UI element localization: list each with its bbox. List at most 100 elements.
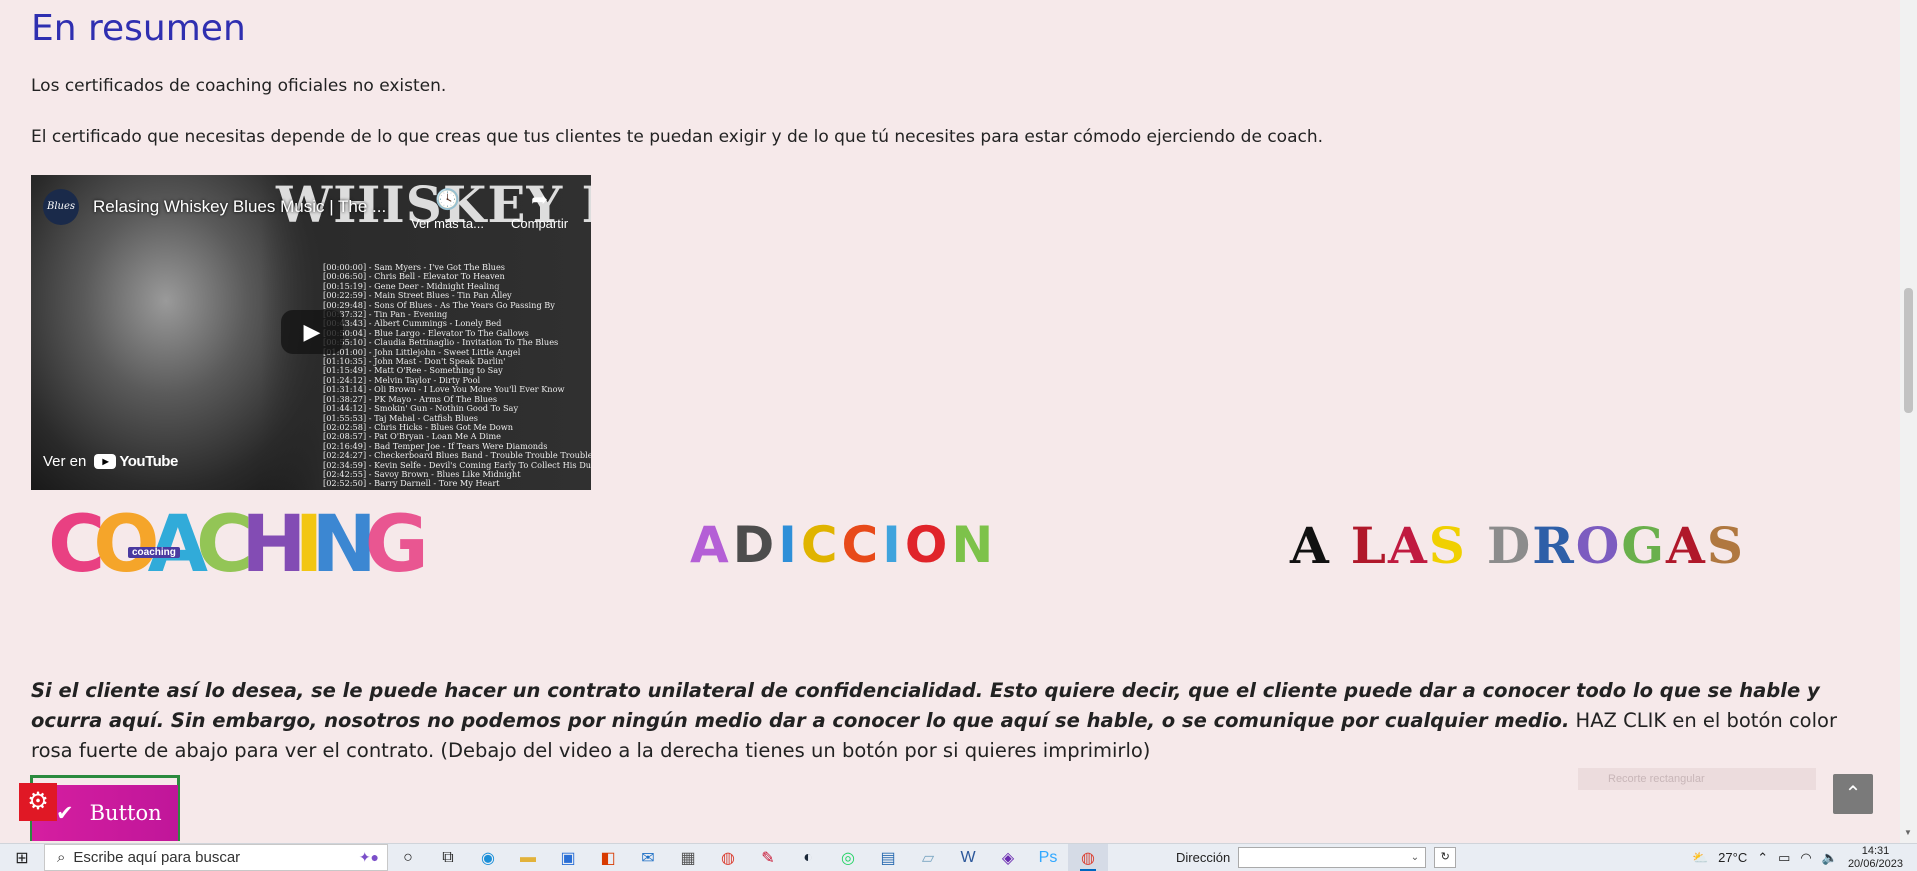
address-toolbar: Dirección ⌄ ↻ bbox=[1176, 847, 1457, 868]
banner-letter: N bbox=[311, 500, 377, 590]
youtube-wordmark: YouTube bbox=[119, 453, 178, 470]
youtube-logo: ▶ YouTube bbox=[94, 453, 178, 470]
store-icon[interactable]: ▣ bbox=[548, 844, 588, 871]
banner-letter: H bbox=[241, 500, 306, 590]
banner-letter: S bbox=[1428, 515, 1467, 575]
page-scrollbar[interactable]: ▼ bbox=[1900, 0, 1917, 843]
paragraph-certificates: Los certificados de coaching oficiales n… bbox=[31, 76, 447, 96]
banner-letter: S bbox=[1706, 515, 1745, 575]
play-button[interactable]: ▶ bbox=[281, 310, 343, 354]
banner-letter: C bbox=[48, 500, 105, 590]
banner-letter: I bbox=[778, 516, 801, 574]
banner-letter: O bbox=[904, 516, 952, 574]
clock-time: 14:31 bbox=[1861, 844, 1890, 857]
banner-letter: A bbox=[1387, 515, 1429, 575]
cortana-icon[interactable]: ○ bbox=[388, 844, 428, 871]
banner-letter: A bbox=[147, 500, 208, 590]
banner-letter: R bbox=[1532, 515, 1576, 575]
banner-letter: I bbox=[882, 516, 905, 574]
volume-icon[interactable]: 🔈 bbox=[1822, 850, 1838, 866]
chevron-up-tray-icon[interactable]: ⌃ bbox=[1757, 850, 1768, 866]
wifi-icon[interactable]: ◠ bbox=[1800, 850, 1811, 866]
banner-letter: G bbox=[364, 500, 429, 590]
banner-letter: A bbox=[1290, 515, 1331, 575]
taskbar-search[interactable]: ⌕ Escribe aquí para buscar ✦● bbox=[44, 844, 388, 871]
page-content: En resumen Los certificados de coaching … bbox=[0, 0, 1900, 843]
word-icon[interactable]: W bbox=[948, 844, 988, 871]
watch-later-label: Ver más ta... bbox=[411, 216, 484, 231]
system-tray: ⛅ 27°C ⌃ ▭ ◠ 🔈 14:31 20/06/2023 bbox=[1692, 845, 1917, 871]
youtube-embed[interactable]: WHISKEY BLUES Blues Relasing Whiskey Blu… bbox=[31, 175, 591, 490]
banner-letter: O bbox=[1575, 515, 1622, 575]
snip-overlay-label: Recorte rectangular bbox=[1578, 768, 1816, 790]
windows-taskbar: ⊞ ⌕ Escribe aquí para buscar ✦● ○ ⧉ ◉ ▬ … bbox=[0, 843, 1917, 871]
contract-bold-text: Si el cliente así lo desea, se le puede … bbox=[31, 679, 1820, 732]
banner-letter: C bbox=[800, 516, 842, 574]
scrollbar-thumb[interactable] bbox=[1904, 288, 1913, 413]
whatsapp-icon[interactable]: ◎ bbox=[828, 844, 868, 871]
refresh-icon[interactable]: ↻ bbox=[1434, 847, 1457, 868]
chrome-active-icon[interactable]: ◍ bbox=[1068, 844, 1108, 871]
button-label: Button bbox=[89, 801, 162, 825]
settings-gear-icon[interactable]: ⚙ bbox=[19, 783, 57, 821]
watch-later-button[interactable]: 🕓 Ver más ta... bbox=[411, 187, 484, 231]
scroll-down-arrow-icon[interactable]: ▼ bbox=[1904, 828, 1912, 837]
chevron-down-icon: ⌄ bbox=[1410, 852, 1420, 863]
share-button[interactable]: ➦ Compartir bbox=[511, 187, 568, 231]
windows-start-icon[interactable]: ⊞ bbox=[0, 844, 44, 871]
clock-icon: 🕓 bbox=[435, 189, 460, 211]
weather-icon[interactable]: ⛅ bbox=[1692, 850, 1708, 866]
file-explorer-icon[interactable]: ▬ bbox=[508, 844, 548, 871]
banner-letter: N bbox=[951, 516, 998, 574]
watch-on-youtube[interactable]: Ver en ▶ YouTube bbox=[43, 453, 178, 470]
track-line: [02:52:50] - Barry Darnell - Tore My Hea… bbox=[323, 478, 500, 489]
banner-letter: D bbox=[732, 516, 779, 574]
drogas-banner: A LAS DROGAS bbox=[1290, 505, 1745, 585]
battery-icon[interactable]: ▭ bbox=[1778, 850, 1790, 866]
banner-letter: A bbox=[1666, 515, 1707, 575]
sticky-icon[interactable]: ▱ bbox=[908, 844, 948, 871]
paragraph-needs: El certificado que necesitas depende de … bbox=[31, 127, 1324, 147]
search-highlight-icon: ✦● bbox=[358, 849, 379, 865]
banner-letter: I bbox=[294, 500, 323, 590]
taskbar-apps: ○ ⧉ ◉ ▬ ▣ ◧ ✉ ▦ ◍ ✎ ◐ ◎ ▤ ▱ W ◈ Ps ◍ bbox=[388, 844, 1108, 871]
video-title[interactable]: Relasing Whiskey Blues Music | The ... bbox=[93, 197, 386, 217]
banner-letter: C bbox=[195, 500, 253, 590]
section-heading: En resumen bbox=[31, 8, 246, 49]
share-label: Compartir bbox=[511, 216, 569, 231]
contract-paragraph: Si el cliente así lo desea, se le puede … bbox=[31, 676, 1861, 766]
chevron-up-icon: ⌃ bbox=[1844, 783, 1862, 805]
clock-date: 20/06/2023 bbox=[1847, 857, 1903, 870]
scroll-to-top-button[interactable]: ⌃ bbox=[1833, 774, 1873, 814]
adiccion-banner: ADICCION bbox=[690, 505, 997, 585]
notes-icon[interactable]: ▤ bbox=[868, 844, 908, 871]
watch-on-label: Ver en bbox=[43, 453, 87, 470]
office-icon[interactable]: ◧ bbox=[588, 844, 628, 871]
banner-letter: O bbox=[93, 500, 159, 590]
clock[interactable]: 14:31 20/06/2023 bbox=[1848, 845, 1903, 871]
search-placeholder: Escribe aquí para buscar bbox=[73, 849, 241, 866]
task-view-icon[interactable]: ⧉ bbox=[428, 844, 468, 871]
calculator-icon[interactable]: ▦ bbox=[668, 844, 708, 871]
check-icon: ✔ bbox=[56, 801, 74, 825]
mail-icon[interactable]: ✉ bbox=[628, 844, 668, 871]
address-label: Dirección bbox=[1176, 850, 1231, 865]
address-input[interactable]: ⌄ bbox=[1238, 847, 1427, 868]
temperature[interactable]: 27°C bbox=[1718, 850, 1747, 865]
camera-app-icon[interactable]: ◈ bbox=[988, 844, 1028, 871]
banner-letter: G bbox=[1621, 515, 1667, 575]
youtube-play-icon: ▶ bbox=[94, 454, 117, 469]
coaching-banner: COACHING bbox=[48, 500, 429, 590]
coaching-small-label: coaching bbox=[128, 547, 180, 558]
tracklist: [00:00:00] - Sam Myers - I've Got The Bl… bbox=[323, 262, 591, 489]
photoshop-icon[interactable]: Ps bbox=[1028, 844, 1068, 871]
paint-icon[interactable]: ✎ bbox=[748, 844, 788, 871]
edge-icon[interactable]: ◉ bbox=[468, 844, 508, 871]
chrome-icon[interactable]: ◍ bbox=[708, 844, 748, 871]
search-icon: ⌕ bbox=[57, 849, 66, 866]
banner-letter: C bbox=[841, 516, 883, 574]
steam-icon[interactable]: ◐ bbox=[788, 844, 828, 871]
share-icon: ➦ bbox=[531, 189, 548, 211]
banner-letter: A bbox=[690, 516, 733, 574]
channel-avatar[interactable]: Blues bbox=[43, 189, 79, 225]
